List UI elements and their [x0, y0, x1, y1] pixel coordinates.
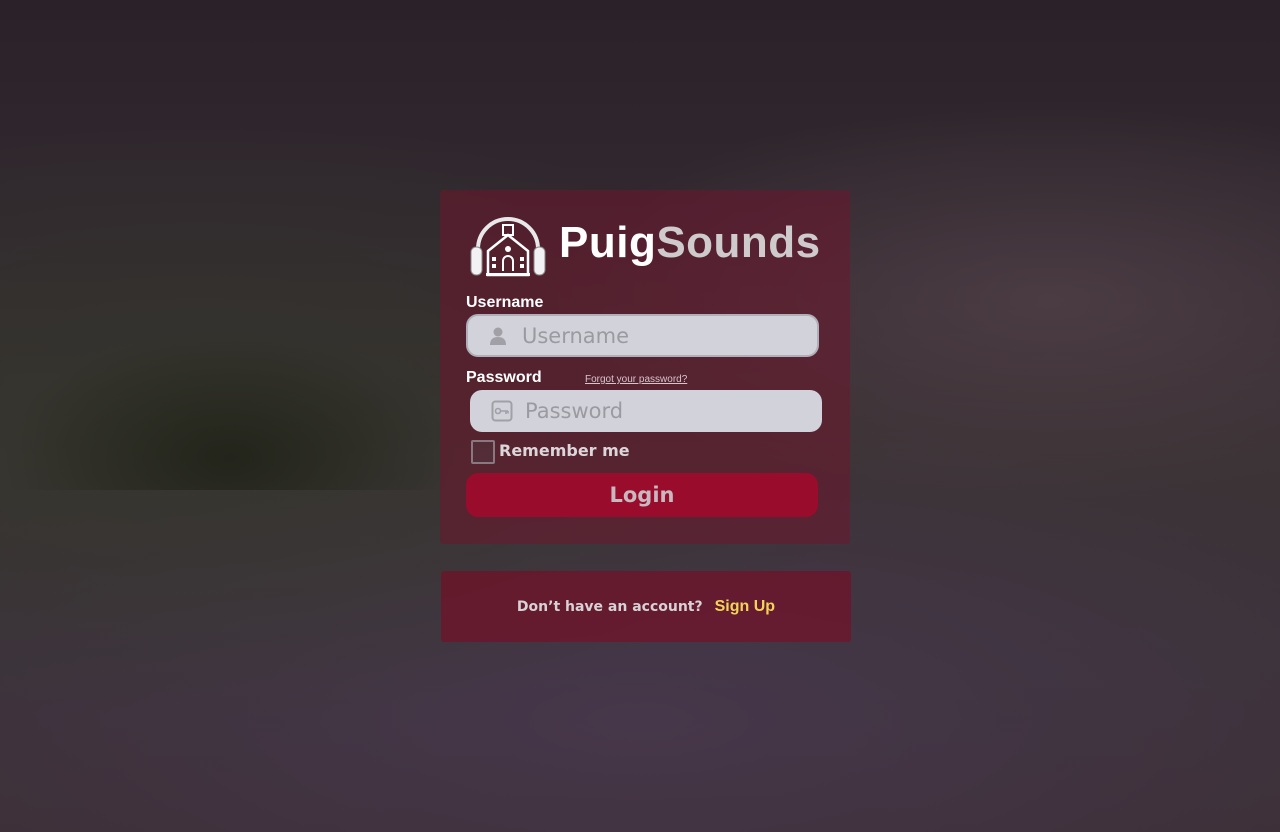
remember-me-label[interactable]: Remember me: [499, 441, 630, 460]
brand-name-part1: Puig: [559, 218, 657, 267]
password-field[interactable]: [470, 390, 822, 432]
username-input[interactable]: [522, 323, 782, 348]
brand-name-part2: Sounds: [656, 218, 821, 267]
key-icon: [491, 400, 513, 422]
background-photo: [0, 330, 460, 490]
signup-card: Don’t have an account? Sign Up: [441, 571, 851, 642]
username-label: Username: [466, 294, 544, 311]
brand-name: PuigSounds: [559, 216, 821, 270]
user-icon: [490, 327, 506, 345]
signup-link[interactable]: Sign Up: [715, 598, 775, 616]
headphones-schoolhouse-logo: [470, 217, 546, 277]
signup-prompt: Don’t have an account?: [516, 598, 703, 615]
password-label: Password: [466, 369, 542, 386]
username-field[interactable]: [466, 314, 819, 357]
forgot-password-link[interactable]: Forgot your password?: [585, 374, 687, 385]
password-input[interactable]: [525, 399, 785, 423]
remember-me-checkbox[interactable]: [471, 440, 495, 464]
login-button[interactable]: Login: [466, 473, 818, 517]
